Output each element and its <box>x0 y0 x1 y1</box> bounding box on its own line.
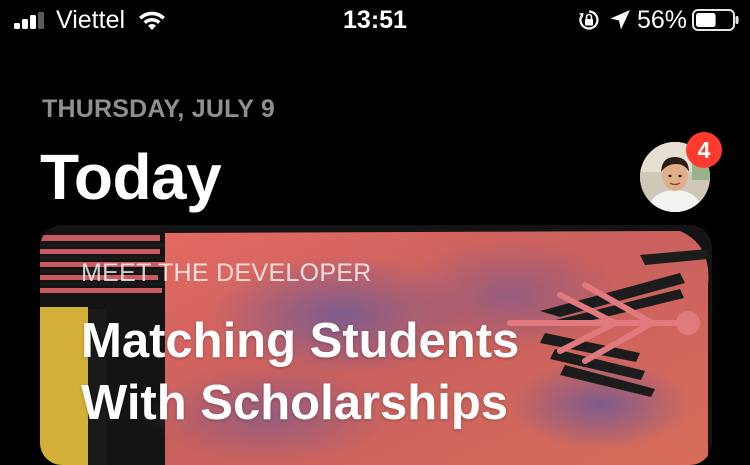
battery-percentage: 56% <box>637 6 688 34</box>
card-eyebrow: MEET THE DEVELOPER <box>81 259 372 287</box>
page-title: Today <box>40 141 222 213</box>
status-bar: Viettel 13:51 56% <box>0 0 750 42</box>
account-button[interactable]: 4 <box>640 132 722 212</box>
card-title-line: Matching Students <box>81 314 520 368</box>
battery-icon <box>692 9 739 31</box>
story-card[interactable]: MEET THE DEVELOPER Matching Students Wit… <box>40 225 712 465</box>
location-arrow-icon <box>610 10 630 30</box>
card-title: Matching Students With Scholarships <box>81 310 681 434</box>
date-label: THURSDAY, JULY 9 <box>42 95 275 123</box>
card-title-line: With Scholarships <box>81 376 509 430</box>
rotation-lock-icon <box>579 10 599 30</box>
notification-badge: 4 <box>686 132 722 168</box>
